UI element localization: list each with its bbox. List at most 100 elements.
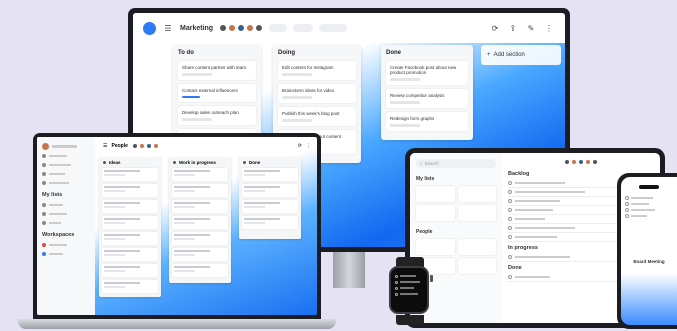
edit-icon[interactable]: ✎ xyxy=(525,22,537,34)
list-tile[interactable] xyxy=(416,205,455,221)
tablet-section-heading: People xyxy=(416,229,433,235)
task-card[interactable] xyxy=(102,264,158,277)
checkbox[interactable] xyxy=(508,255,512,259)
laptop-column: Ideas xyxy=(99,157,161,297)
card-label: Create Facebook post about new product p… xyxy=(390,65,457,75)
column-title: Done xyxy=(242,160,298,165)
add-section-button[interactable]: + Add section xyxy=(481,45,561,65)
watch-item[interactable] xyxy=(395,291,423,297)
checkbox[interactable] xyxy=(625,202,629,206)
avatar xyxy=(145,143,152,149)
laptop: My lists Workspaces ☰ People ⟳ ⋮ Ideas W… xyxy=(33,133,321,319)
view-switch-pill[interactable] xyxy=(269,24,288,32)
task-card[interactable] xyxy=(172,184,228,197)
column-label: Done xyxy=(249,160,261,165)
card-label: Redesign form graphs xyxy=(390,116,435,121)
checkbox[interactable] xyxy=(508,275,512,279)
list-tile[interactable] xyxy=(457,205,496,221)
task-card[interactable]: Develop sales outreach plan xyxy=(178,106,256,125)
task-card[interactable] xyxy=(102,248,158,261)
list-tile[interactable] xyxy=(457,186,496,202)
sidebar-item[interactable] xyxy=(42,178,90,187)
tile-grid xyxy=(416,186,496,221)
member-avatars[interactable] xyxy=(131,143,159,149)
task-card[interactable] xyxy=(242,168,298,181)
task-card[interactable]: Share content partner with team xyxy=(178,61,256,80)
task-card[interactable] xyxy=(172,264,228,277)
share-icon[interactable]: ⇪ xyxy=(507,22,519,34)
checkbox[interactable] xyxy=(625,214,629,218)
member-avatars[interactable] xyxy=(219,24,264,32)
checkbox[interactable] xyxy=(508,181,512,185)
task-card[interactable] xyxy=(172,216,228,229)
task-card[interactable] xyxy=(172,232,228,245)
checkbox[interactable] xyxy=(508,190,512,194)
person-tile[interactable] xyxy=(416,239,455,255)
task-card[interactable] xyxy=(102,168,158,181)
task-card[interactable] xyxy=(102,216,158,229)
checkbox[interactable] xyxy=(508,235,512,239)
avatar xyxy=(585,159,591,165)
list-icon[interactable]: ☰ xyxy=(103,143,107,149)
avatar xyxy=(138,143,145,149)
app-logo-icon xyxy=(143,21,156,35)
sidebar-item[interactable] xyxy=(42,160,90,169)
task-card[interactable] xyxy=(172,248,228,261)
task-card[interactable] xyxy=(102,184,158,197)
task-card[interactable]: Redesign form graphs xyxy=(386,112,468,131)
task-card[interactable] xyxy=(102,200,158,213)
task-card[interactable] xyxy=(102,232,158,245)
task-card[interactable]: Create Facebook post about new product p… xyxy=(386,61,468,85)
column-label: Ideas xyxy=(109,160,121,165)
checkbox[interactable] xyxy=(508,199,512,203)
sidebar-item[interactable] xyxy=(42,218,90,227)
checkbox[interactable] xyxy=(395,274,398,278)
sidebar-item[interactable] xyxy=(42,169,90,178)
checkbox[interactable] xyxy=(508,226,512,230)
task-card[interactable] xyxy=(172,168,228,181)
more-icon[interactable]: ⋮ xyxy=(543,22,555,34)
task-card[interactable]: Contact external influencers xyxy=(178,84,256,102)
person-tile[interactable] xyxy=(457,258,496,274)
task-card[interactable] xyxy=(242,200,298,213)
event-title[interactable]: Board Meeting xyxy=(625,259,673,264)
checkbox[interactable] xyxy=(508,217,512,221)
sync-icon[interactable]: ⟳ xyxy=(489,22,501,34)
list-tile[interactable] xyxy=(416,186,455,202)
member-avatars[interactable] xyxy=(564,159,598,165)
sidebar-item[interactable] xyxy=(42,249,90,258)
task-card[interactable] xyxy=(172,200,228,213)
task-card[interactable] xyxy=(242,184,298,197)
card-label: Edit content for Instagram xyxy=(282,65,334,70)
task-card[interactable]: Review competitor analysis xyxy=(386,89,468,108)
list-item[interactable] xyxy=(625,213,673,219)
checkbox[interactable] xyxy=(395,286,398,290)
avatar xyxy=(237,24,246,32)
watch-crown[interactable] xyxy=(430,275,433,282)
task-card[interactable] xyxy=(102,280,158,293)
sync-icon[interactable]: ⟳ xyxy=(298,143,302,149)
checkbox[interactable] xyxy=(625,196,629,200)
checkbox[interactable] xyxy=(625,208,629,212)
sidebar-item[interactable] xyxy=(42,200,90,209)
sidebar-item[interactable] xyxy=(42,240,90,249)
filter-pill[interactable] xyxy=(293,24,314,32)
checkbox[interactable] xyxy=(395,292,398,296)
task-card[interactable] xyxy=(242,216,298,229)
more-icon[interactable]: ⋮ xyxy=(306,143,311,149)
phone: Board Meeting xyxy=(617,173,677,329)
search-input[interactable]: ⌕ Search xyxy=(416,159,496,168)
sidebar-item[interactable] xyxy=(42,209,90,218)
person-tile[interactable] xyxy=(457,239,496,255)
checkbox[interactable] xyxy=(508,208,512,212)
sort-pill[interactable] xyxy=(319,24,348,32)
task-card[interactable]: Publish this week's blog post xyxy=(278,107,356,126)
checkbox[interactable] xyxy=(395,280,398,284)
sidebar-profile[interactable] xyxy=(42,142,90,151)
task-card[interactable]: Brainstorm ideas for video xyxy=(278,84,356,103)
user-icon xyxy=(42,180,46,185)
sidebar-item[interactable] xyxy=(42,151,90,160)
avatar xyxy=(172,160,177,165)
task-card[interactable]: Edit content for Instagram xyxy=(278,61,356,80)
list-icon[interactable]: ☰ xyxy=(162,22,174,34)
